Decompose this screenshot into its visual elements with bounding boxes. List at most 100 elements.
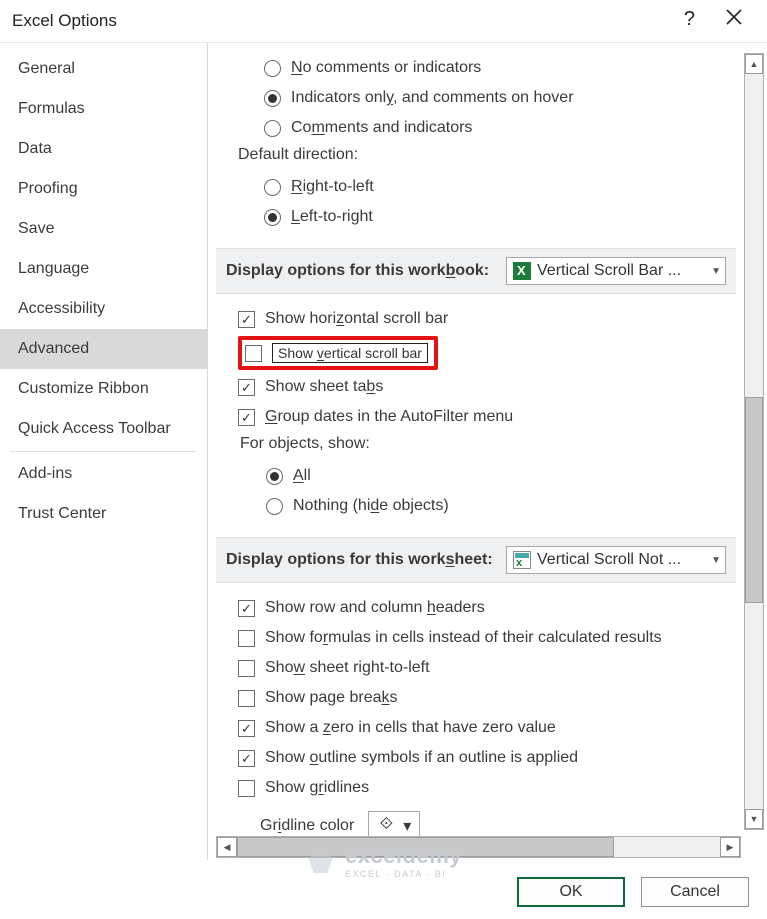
section-title: Display options for this worksheet:: [226, 551, 496, 569]
ok-button[interactable]: OK: [517, 877, 625, 907]
radio-icon: [264, 179, 281, 196]
scroll-thumb[interactable]: [745, 397, 763, 603]
sidebar-item-accessibility[interactable]: Accessibility: [0, 289, 207, 329]
check-label: Show page breaks: [265, 689, 398, 707]
check-h-scroll[interactable]: Show horizontal scroll bar: [238, 304, 724, 334]
check-gridlines[interactable]: Show gridlines: [238, 773, 724, 803]
radio-label: Comments and indicators: [291, 119, 472, 137]
cancel-button[interactable]: Cancel: [641, 877, 749, 907]
checkbox-icon: [238, 660, 255, 677]
default-direction-label: Default direction:: [216, 146, 724, 164]
check-label: Show horizontal scroll bar: [265, 310, 448, 328]
section-title: Display options for this workbook:: [226, 262, 496, 280]
checkbox-icon: [238, 720, 255, 737]
checkbox-icon: [238, 690, 255, 707]
paint-bucket-icon: ⟐: [377, 814, 395, 837]
radio-rtl[interactable]: Right-to-left: [264, 172, 724, 202]
vertical-scrollbar[interactable]: ▲ ▼: [744, 53, 764, 830]
sidebar-item-proofing[interactable]: Proofing: [0, 169, 207, 209]
radio-label: All: [293, 467, 311, 485]
radio-label: Nothing (hide objects): [293, 497, 449, 515]
checkbox-icon[interactable]: [245, 345, 262, 362]
checkbox-icon: [238, 409, 255, 426]
check-sheet-rtl[interactable]: Show sheet right-to-left: [238, 653, 724, 683]
radio-label: Left-to-right: [291, 208, 373, 226]
radio-icon: [264, 60, 281, 77]
workbook-dropdown[interactable]: Vertical Scroll Bar ... ▼: [506, 257, 726, 285]
excel-workbook-icon: [513, 262, 531, 280]
radio-label: Indicators only, and comments on hover: [291, 89, 574, 107]
check-zero-values[interactable]: Show a zero in cells that have zero valu…: [238, 713, 724, 743]
sidebar-item-save[interactable]: Save: [0, 209, 207, 249]
titlebar: Excel Options ?: [0, 0, 767, 42]
checkbox-icon: [238, 311, 255, 328]
checkbox-icon: [238, 630, 255, 647]
checkbox-icon: [238, 750, 255, 767]
scroll-down-icon[interactable]: ▼: [745, 809, 763, 829]
check-sheet-tabs[interactable]: Show sheet tabs: [238, 372, 724, 402]
window-title: Excel Options: [12, 11, 117, 31]
sidebar-item-advanced[interactable]: Advanced: [0, 329, 207, 369]
radio-icon: [266, 468, 283, 485]
scroll-thumb[interactable]: [237, 837, 614, 857]
dropdown-text: Vertical Scroll Not ...: [537, 551, 705, 569]
check-label: Show outline symbols if an outline is ap…: [265, 749, 578, 767]
check-label: Show sheet right-to-left: [265, 659, 430, 677]
check-outline-symbols[interactable]: Show outline symbols if an outline is ap…: [238, 743, 724, 773]
checkbox-icon: [238, 600, 255, 617]
scroll-track[interactable]: [237, 837, 720, 857]
scroll-up-icon[interactable]: ▲: [745, 54, 763, 74]
sidebar-item-general[interactable]: General: [0, 49, 207, 89]
sidebar-item-quick-access-toolbar[interactable]: Quick Access Toolbar: [0, 409, 207, 449]
check-label: Group dates in the AutoFilter menu: [265, 408, 513, 426]
radio-icon: [266, 498, 283, 515]
check-label[interactable]: Show vertical scroll bar: [272, 343, 428, 363]
radio-label: No comments or indicators: [291, 59, 481, 77]
check-row-col-headers[interactable]: Show row and column headers: [238, 593, 724, 623]
scroll-right-icon[interactable]: ▶: [720, 837, 740, 857]
check-page-breaks[interactable]: Show page breaks: [238, 683, 724, 713]
sidebar: General Formulas Data Proofing Save Lang…: [0, 43, 208, 860]
checkbox-icon: [238, 379, 255, 396]
checkbox-icon: [238, 780, 255, 797]
chevron-down-icon: ▾: [403, 816, 411, 836]
radio-icon: [264, 209, 281, 226]
check-group-dates[interactable]: Group dates in the AutoFilter menu: [238, 402, 724, 432]
radio-ltr[interactable]: Left-to-right: [264, 202, 724, 232]
scroll-track[interactable]: [745, 74, 763, 809]
highlighted-option: Show vertical scroll bar: [238, 336, 438, 370]
sidebar-item-language[interactable]: Language: [0, 249, 207, 289]
radio-obj-nothing[interactable]: Nothing (hide objects): [266, 491, 724, 521]
excel-sheet-icon: [513, 551, 531, 569]
radio-no-comments[interactable]: No comments or indicators: [264, 53, 724, 83]
horizontal-scrollbar[interactable]: ◀ ▶: [216, 836, 741, 858]
sidebar-separator: [10, 451, 197, 452]
sidebar-item-addins[interactable]: Add-ins: [0, 454, 207, 494]
check-label: Show a zero in cells that have zero valu…: [265, 719, 556, 737]
sidebar-item-trust-center[interactable]: Trust Center: [0, 494, 207, 534]
gridline-color-picker[interactable]: ⟐ ▾: [368, 811, 420, 836]
help-icon[interactable]: ?: [684, 8, 695, 31]
check-label: Show row and column headers: [265, 599, 485, 617]
radio-comments-indicators[interactable]: Comments and indicators: [264, 113, 724, 143]
close-icon[interactable]: [719, 6, 749, 33]
radio-icon: [264, 90, 281, 107]
section-worksheet-display: Display options for this worksheet: Vert…: [216, 537, 736, 583]
radio-indicators-only[interactable]: Indicators only, and comments on hover: [264, 83, 724, 113]
check-label: Show gridlines: [265, 779, 369, 797]
objects-label: For objects, show:: [238, 435, 724, 453]
dropdown-text: Vertical Scroll Bar ...: [537, 262, 705, 280]
radio-label: Right-to-left: [291, 178, 374, 196]
sidebar-item-customize-ribbon[interactable]: Customize Ribbon: [0, 369, 207, 409]
content-panel: No comments or indicators Indicators onl…: [208, 43, 767, 836]
sidebar-item-formulas[interactable]: Formulas: [0, 89, 207, 129]
section-workbook-display: Display options for this workbook: Verti…: [216, 248, 736, 294]
worksheet-dropdown[interactable]: Vertical Scroll Not ... ▼: [506, 546, 726, 574]
scroll-left-icon[interactable]: ◀: [217, 837, 237, 857]
check-label: Show sheet tabs: [265, 378, 383, 396]
footer: OK Cancel: [0, 865, 767, 919]
sidebar-item-data[interactable]: Data: [0, 129, 207, 169]
radio-icon: [264, 120, 281, 137]
radio-obj-all[interactable]: All: [266, 461, 724, 491]
check-formulas-in-cells[interactable]: Show formulas in cells instead of their …: [238, 623, 724, 653]
